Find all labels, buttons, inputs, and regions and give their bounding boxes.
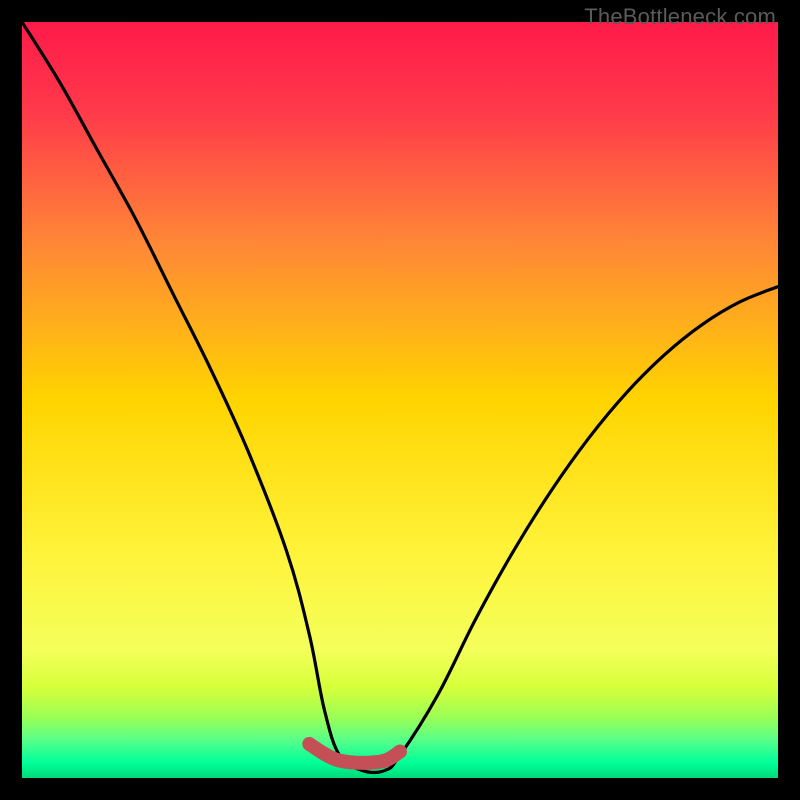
watermark-text: TheBottleneck.com	[584, 4, 776, 30]
plot-area	[22, 22, 778, 778]
bottleneck-curve	[22, 22, 778, 772]
optimal-band-highlight	[309, 744, 400, 763]
curve-layer	[22, 22, 778, 778]
chart-frame: TheBottleneck.com	[0, 0, 800, 800]
